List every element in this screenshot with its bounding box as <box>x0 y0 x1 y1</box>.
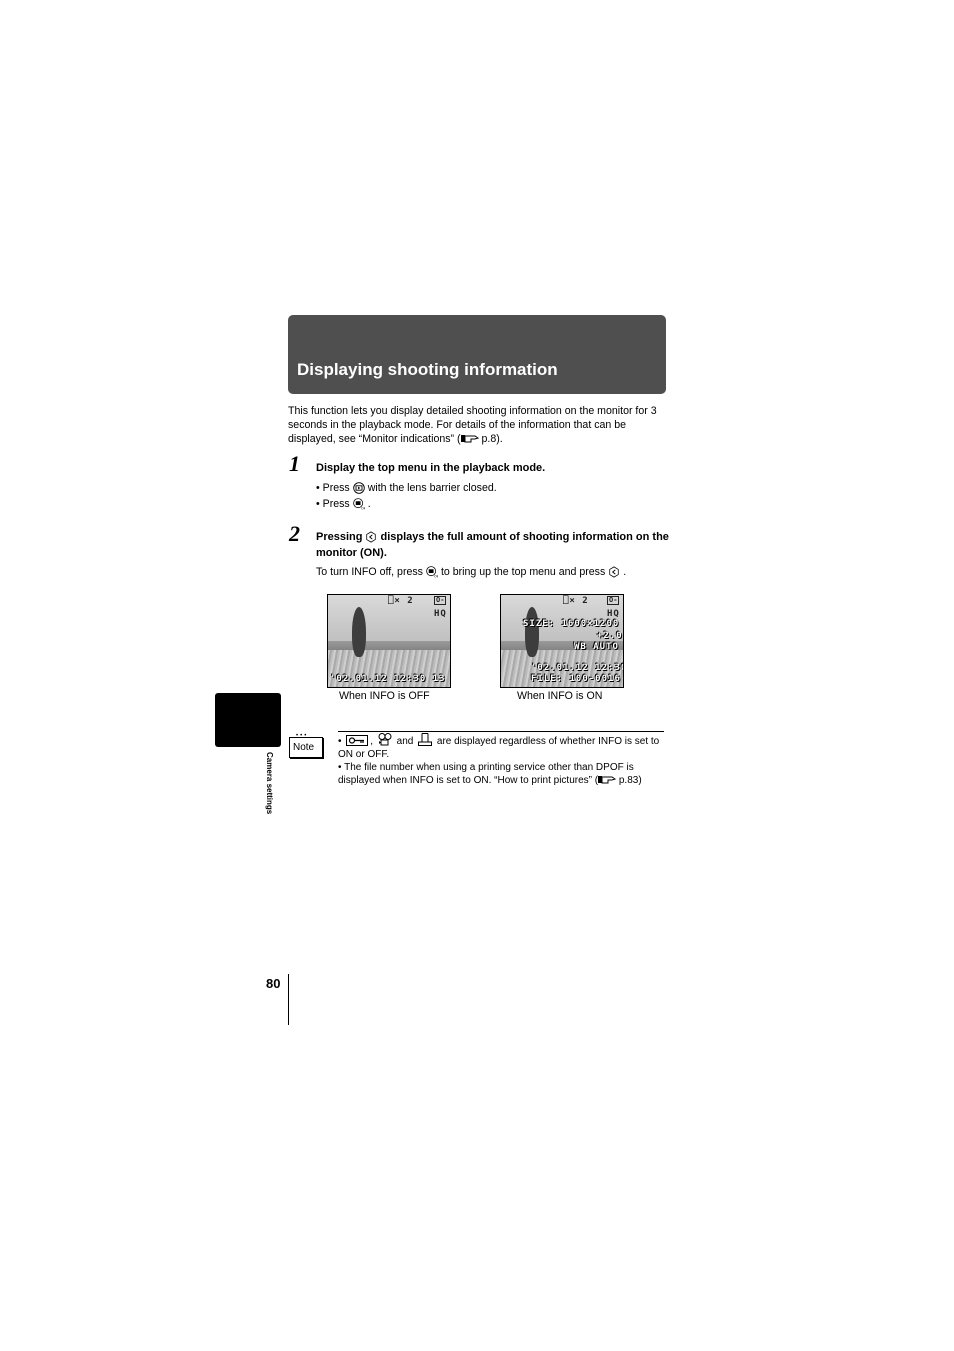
note-text-end: ) <box>638 775 642 786</box>
chapter-tab <box>215 693 281 747</box>
ok-menu-button-icon: OK <box>426 566 438 578</box>
note-text: The file number when using a printing se… <box>338 762 634 786</box>
osd-white-balance: WB AUTO <box>574 642 619 652</box>
step-title: Pressing displays the full amount of shoo… <box>316 529 676 561</box>
tree <box>352 607 366 657</box>
record-audio-icon <box>378 733 392 746</box>
osd-file-number: FILE: 100-0016 <box>531 674 621 684</box>
page-title: Displaying shooting information <box>297 360 558 379</box>
caption-info-off: When INFO is OFF <box>339 690 430 702</box>
note-item: • The file number when using a printing … <box>338 761 668 787</box>
osd-quality: HQ <box>434 609 447 619</box>
monitor-screen-info-off: ⎕× 2 O- HQ '02.01.12 12:30 13 <box>327 594 451 688</box>
note-ref-page[interactable]: p.83 <box>619 775 638 786</box>
note-dots: ••• <box>296 733 309 739</box>
protect-key-icon: O- <box>607 596 620 605</box>
step1-bullet: • Press OK. <box>316 497 371 511</box>
note-badge: ••• Note <box>289 733 323 758</box>
left-arrow-button-icon <box>609 566 619 578</box>
note-divider <box>338 731 664 732</box>
page-number-rule <box>288 974 289 1025</box>
pointing-hand-icon <box>460 435 479 443</box>
step-number: 1 <box>289 451 300 476</box>
osd-quality: HQ <box>607 609 620 619</box>
bullet: • <box>338 762 342 773</box>
intro-paragraph: This function lets you display detailed … <box>288 404 668 446</box>
step2-body: To turn INFO off, press OKto bring up the… <box>316 566 626 578</box>
bullet-text: • Press <box>316 482 350 494</box>
chapter-label: Camera settings <box>265 752 274 815</box>
tree <box>525 607 539 657</box>
print-reserve-icon <box>418 733 433 746</box>
bullet: • <box>338 736 342 747</box>
caption-info-on: When INFO is ON <box>517 690 603 702</box>
note-label: Note <box>293 742 315 753</box>
ok-menu-button-icon: OK <box>352 498 365 510</box>
body-text: to bring up the top menu and press <box>440 566 606 578</box>
step-title: Display the top menu in the playback mod… <box>316 462 546 474</box>
note-item: • , and are displayed regardless of whet… <box>338 733 668 761</box>
left-arrow-button-icon <box>366 531 377 543</box>
svg-text:OK: OK <box>434 575 438 578</box>
osd-exposure: +2.0 <box>597 631 623 641</box>
bullet-text: with the lens barrier closed. <box>367 482 497 494</box>
playback-button-icon <box>352 482 365 494</box>
separator: and <box>396 736 414 747</box>
protect-key-icon <box>346 735 369 746</box>
monitor-screen-info-on: ⎕× 2 O- HQ SIZE: 1600×1200 +2.0 WB AUTO … <box>500 594 624 688</box>
step-title-text: Pressing <box>316 531 363 543</box>
body-text: . <box>623 566 627 578</box>
osd-print-count: ⎕× 2 <box>563 596 589 606</box>
osd-datetime: '02.01.12 12:30 13 <box>330 674 446 684</box>
intro-text-end: ). <box>496 433 503 445</box>
intro-ref-page[interactable]: p.8 <box>481 433 496 445</box>
bullet-text: • Press <box>316 498 350 510</box>
page-number: 80 <box>266 976 281 991</box>
pointing-hand-icon <box>598 776 617 784</box>
step-number: 2 <box>289 521 300 546</box>
osd-print-count: ⎕× 2 <box>388 596 414 606</box>
bullet-text: . <box>367 498 371 510</box>
step1-bullet: • Press with the lens barrier closed. <box>316 481 497 495</box>
protect-key-icon: O- <box>434 596 447 605</box>
section-header-band <box>288 315 666 394</box>
osd-datetime: '02.01.12 12:30 <box>531 663 624 673</box>
osd-size: SIZE: 1600×1200 <box>523 619 620 629</box>
separator: , <box>370 736 374 747</box>
body-text: To turn INFO off, press <box>316 566 423 578</box>
svg-text:OK: OK <box>361 507 365 510</box>
